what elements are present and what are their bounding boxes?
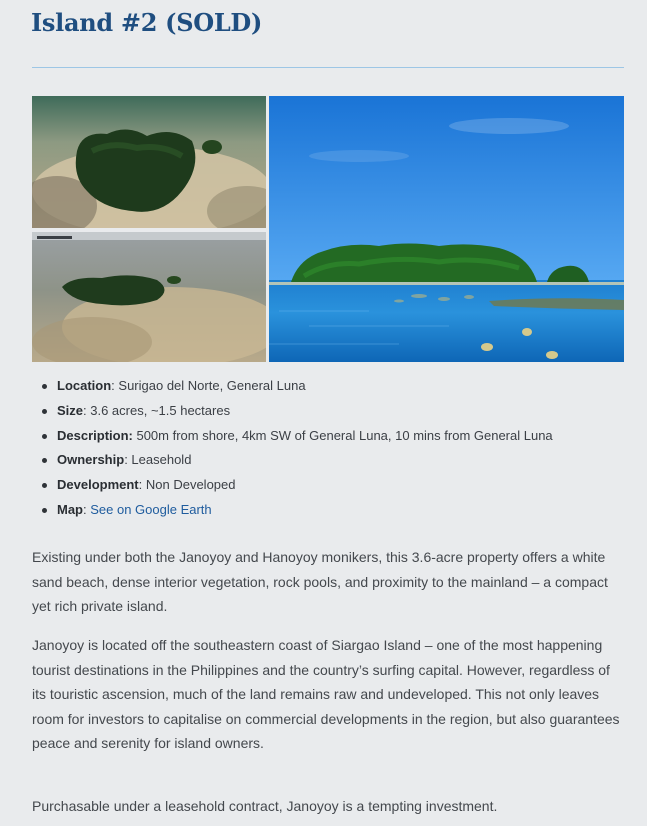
page-title: Island #2 (SOLD): [31, 8, 262, 37]
detail-label: Map: [57, 501, 83, 517]
detail-ownership: Ownership: Leasehold: [32, 448, 624, 473]
listing-page: Island #2 (SOLD) Location: Surigao del N…: [0, 0, 647, 826]
detail-description: Description: 500m from shore, 4km SW of …: [32, 424, 624, 449]
aerial-island-photo-1[interactable]: [32, 96, 266, 228]
detail-map: Map: See on Google Earth: [32, 498, 624, 523]
description-paragraph-1: Existing under both the Janoyoy and Hano…: [32, 549, 608, 614]
detail-sep: :: [138, 477, 146, 493]
description-paragraph-2: Janoyoy is located off the southeastern …: [32, 637, 620, 751]
detail-label: Location: [57, 378, 112, 393]
description-paragraph-3: Purchasable under a leasehold contract, …: [32, 798, 498, 814]
detail-value: Non Developed: [145, 477, 236, 493]
detail-label: Development: [57, 477, 139, 493]
detail-location: Location: Surigao del Norte, General Lun…: [32, 374, 624, 399]
property-details-list: Location: Surigao del Norte, General Lun…: [32, 374, 624, 523]
detail-label: Description:: [57, 427, 133, 443]
detail-size: Size: 3.6 acres, ~1.5 hectares: [32, 399, 624, 424]
detail-label: Ownership: [57, 452, 125, 468]
detail-value: Leasehold: [131, 452, 192, 468]
detail-development: Development: Non Developed: [32, 473, 624, 498]
title-divider: [32, 67, 624, 68]
detail-value: 3.6 acres, ~1.5 hectares: [90, 402, 231, 418]
detail-value: 500m from shore, 4km SW of General Luna,…: [136, 427, 553, 443]
island-seascape-photo[interactable]: [269, 96, 624, 362]
detail-value: Surigao del Norte, General Luna: [118, 378, 306, 393]
photo-gallery: [32, 96, 624, 362]
aerial-island-photo-2[interactable]: [32, 232, 266, 362]
detail-label: Size: [57, 402, 84, 418]
google-earth-link[interactable]: See on Google Earth: [90, 502, 211, 517]
